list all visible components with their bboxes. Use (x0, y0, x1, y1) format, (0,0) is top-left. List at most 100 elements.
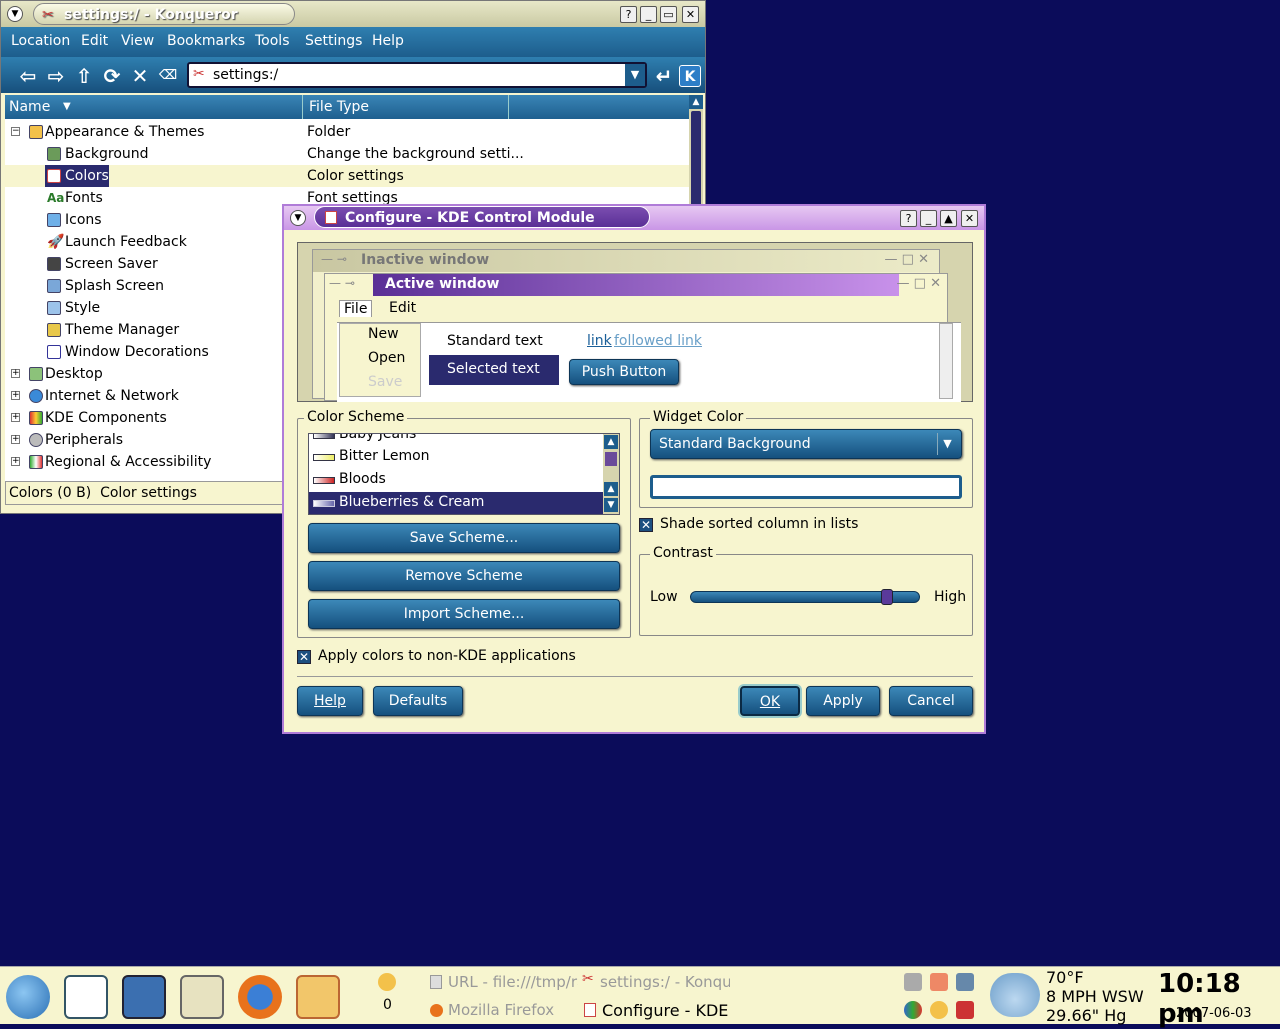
clear-location-icon[interactable]: ⌫ (157, 65, 179, 87)
menu-edit[interactable]: Edit (81, 33, 108, 49)
menu-bookmarks[interactable]: Bookmarks (167, 33, 245, 49)
expand-icon[interactable]: + (11, 413, 20, 422)
task-button-active[interactable]: Configure - KDE (580, 997, 730, 1023)
minimize-button[interactable]: _ (920, 210, 937, 227)
rocket-icon: 🚀 (47, 234, 65, 250)
menu-tools[interactable]: Tools (255, 33, 290, 49)
menu-settings[interactable]: Settings (305, 33, 362, 49)
apply-non-kde-checkbox[interactable]: ✕ (297, 650, 311, 664)
maximize-button[interactable]: ▲ (940, 210, 957, 227)
notifier-icon[interactable] (378, 973, 396, 991)
menu-view[interactable]: View (121, 33, 154, 49)
scroll-thumb[interactable] (605, 452, 617, 466)
scroll-thumb[interactable] (691, 111, 701, 207)
scroll-down-icon[interactable]: ▼ (604, 498, 618, 512)
help-button[interactable]: Help (297, 686, 363, 716)
apply-button[interactable]: Apply (806, 686, 880, 716)
save-scheme-button[interactable]: Save Scheme... (308, 523, 620, 553)
list-item[interactable]: Bitter Lemon (309, 446, 605, 468)
text-editor-icon[interactable] (64, 975, 108, 1019)
expand-icon[interactable]: + (11, 369, 20, 378)
clock-date: 2007-06-03 (1176, 1006, 1252, 1021)
close-button[interactable]: ✕ (961, 210, 978, 227)
scroll-up-icon[interactable]: ▲ (604, 435, 618, 449)
column-filetype[interactable]: File Type (303, 95, 509, 119)
list-item[interactable]: Baby Jeans (309, 434, 605, 446)
collapse-icon[interactable]: − (11, 127, 20, 136)
kde-tray-icon[interactable] (904, 1001, 922, 1019)
window-menu-icon[interactable]: ▼ (290, 210, 306, 226)
task-button[interactable]: Mozilla Firefox (428, 997, 578, 1023)
stop-icon[interactable]: ✕ (129, 65, 151, 87)
dialog-titlebar[interactable]: ▼ Configure - KDE Control Module ? _ ▲ ✕ (284, 206, 984, 230)
cancel-button[interactable]: Cancel (889, 686, 973, 716)
firefox-icon[interactable] (238, 975, 282, 1019)
window-menu-icon[interactable]: ▼ (7, 6, 23, 22)
preview-menu-open[interactable]: Open (368, 350, 405, 366)
defaults-button[interactable]: Defaults (373, 686, 463, 716)
menu-help[interactable]: Help (372, 33, 404, 49)
light-bulb-icon[interactable] (930, 1001, 948, 1019)
tree-row[interactable]: Colors Color settings (5, 165, 689, 187)
network-icon[interactable] (956, 973, 974, 991)
scroll-up-icon[interactable]: ▲ (689, 95, 703, 109)
remove-scheme-button[interactable]: Remove Scheme (308, 561, 620, 591)
tree-row[interactable]: Background Change the background setti..… (5, 143, 689, 165)
fonts-icon: Aa (47, 191, 65, 205)
list-item[interactable]: Bloods (309, 469, 605, 491)
help-title-button[interactable]: ? (620, 6, 637, 23)
apply-non-kde-label: Apply colors to non-KDE applications (318, 648, 576, 664)
scheme-list[interactable]: Baby Jeans Bitter Lemon Bloods Blueberri… (308, 433, 620, 515)
task-button[interactable]: ✂ settings:/ - Konqu (580, 969, 730, 995)
minimize-button[interactable]: _ (640, 6, 657, 23)
ok-button[interactable]: OK (740, 686, 800, 716)
color-swatch-button[interactable] (650, 475, 962, 499)
forward-arrow-icon[interactable]: ⇨ (45, 65, 67, 87)
location-dropdown-icon[interactable]: ▼ (625, 64, 645, 86)
scheme-list-scrollbar[interactable]: ▲ ▲ ▼ (603, 434, 619, 514)
battery-icon[interactable] (956, 1001, 974, 1019)
color-preview[interactable]: — ⊸ Inactive window — □ ✕ — ⊸ Active win… (297, 242, 973, 402)
reload-icon[interactable]: ⟳ (101, 65, 123, 87)
tree-row[interactable]: − Appearance & Themes Folder (5, 121, 689, 143)
home-folder-icon[interactable] (180, 975, 224, 1019)
list-item-selected[interactable]: Blueberries & Cream (309, 492, 605, 514)
task-button[interactable]: URL - file:///tmp/ra (428, 969, 578, 995)
klipper-icon[interactable] (930, 973, 948, 991)
kde-logo-icon[interactable]: K (679, 65, 701, 87)
widget-color-select[interactable]: Standard Background ▼ (650, 429, 962, 459)
terminal-icon[interactable] (122, 975, 166, 1019)
back-arrow-icon[interactable]: ⇦ (17, 65, 39, 87)
preview-menu-edit[interactable]: Edit (389, 300, 416, 316)
column-name[interactable]: Name ▼ (5, 95, 303, 119)
contrast-slider-handle[interactable] (881, 589, 893, 605)
volume-icon[interactable] (904, 973, 922, 991)
preview-followed-link[interactable]: followed link (614, 333, 702, 349)
preview-menu-file[interactable]: File (339, 300, 373, 317)
mail-icon[interactable] (296, 975, 340, 1019)
help-title-button[interactable]: ? (900, 210, 917, 227)
kmenu-icon[interactable] (6, 975, 50, 1019)
task-label: Mozilla Firefox (448, 1001, 555, 1019)
contrast-slider[interactable] (690, 589, 920, 605)
desktop-icon (29, 367, 43, 381)
expand-icon[interactable]: + (11, 391, 20, 400)
up-arrow-icon[interactable]: ⇧ (73, 65, 95, 87)
preview-scrollbar[interactable] (939, 323, 953, 399)
maximize-button[interactable]: ▭ (660, 6, 677, 23)
preview-link[interactable]: link (587, 333, 612, 349)
close-button[interactable]: ✕ (682, 6, 699, 23)
shade-sorted-checkbox[interactable]: ✕ (639, 518, 653, 532)
menu-location[interactable]: Location (11, 33, 70, 49)
scroll-up-icon[interactable]: ▲ (604, 482, 618, 496)
preview-push-button[interactable]: Push Button (569, 359, 679, 385)
expand-icon[interactable]: + (11, 435, 20, 444)
weather-cloud-icon[interactable] (990, 973, 1040, 1017)
expand-icon[interactable]: + (11, 457, 20, 466)
location-field[interactable]: ✂ settings:/ ▼ (187, 62, 647, 88)
konqueror-titlebar[interactable]: ▼ ✂ settings:/ - Konqueror ? _ ▭ ✕ (1, 1, 705, 27)
go-icon[interactable]: ↵ (653, 65, 675, 87)
import-scheme-button[interactable]: Import Scheme... (308, 599, 620, 629)
preview-menu-new[interactable]: New (368, 326, 399, 342)
defaults-label: Defaults (388, 693, 448, 709)
